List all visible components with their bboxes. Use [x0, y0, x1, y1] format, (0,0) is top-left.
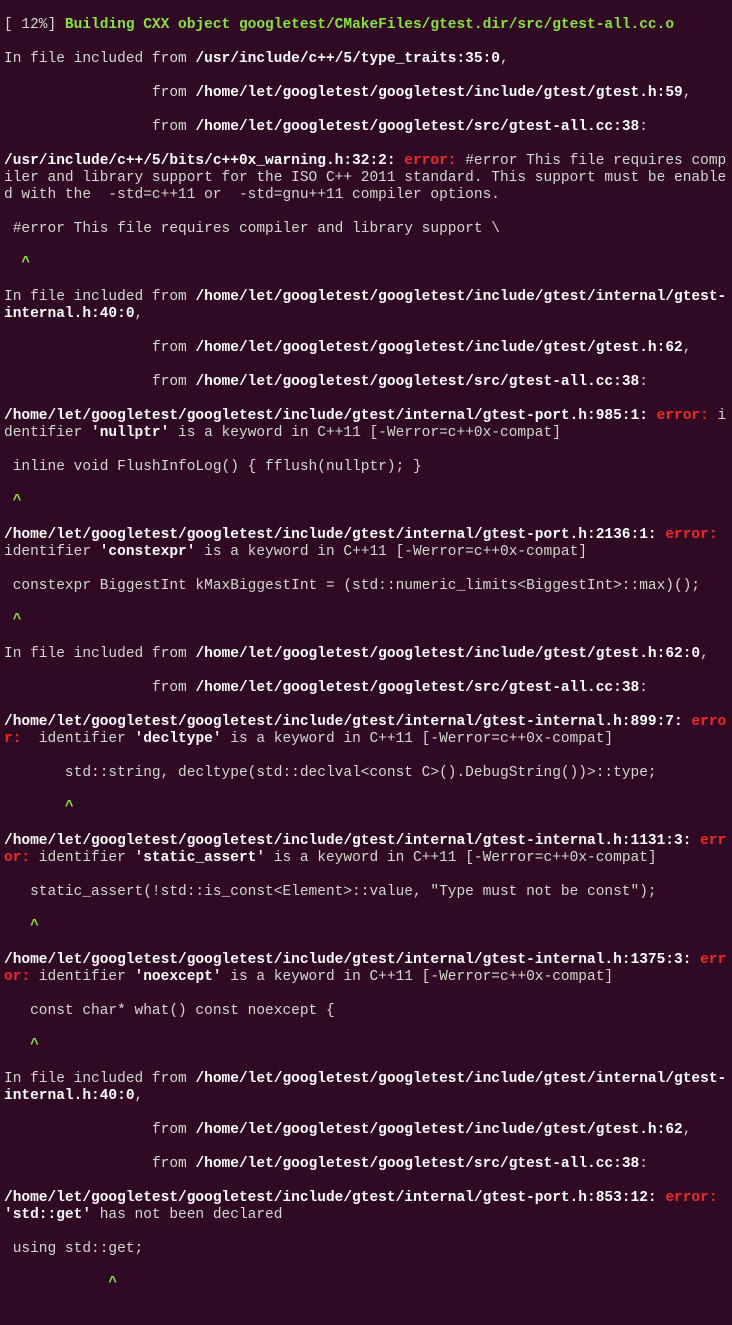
- terminal-output: [ 12%] Building CXX object googletest/CM…: [0, 15, 732, 1311]
- error-label: error:: [404, 153, 456, 169]
- caret-marker: ^: [4, 255, 30, 271]
- build-progress: [ 12%]: [4, 17, 65, 33]
- build-status: Building CXX object googletest/CMakeFile…: [65, 17, 674, 33]
